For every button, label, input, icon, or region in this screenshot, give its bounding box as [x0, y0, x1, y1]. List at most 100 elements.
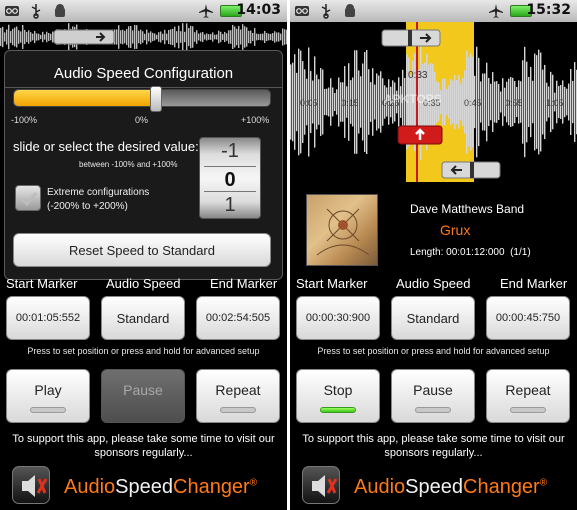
waveform-bar — [172, 28, 174, 46]
waveform-bar — [152, 32, 154, 42]
waveform-bar — [290, 64, 292, 140]
waveform-bar — [450, 79, 452, 125]
waveform-bar — [220, 31, 222, 43]
repeat-indicator — [220, 407, 256, 413]
waveform-bar — [448, 85, 450, 119]
start-marker-button[interactable]: 00:01:05:552 — [6, 296, 90, 340]
waveform-bar — [226, 33, 228, 41]
waveform[interactable] — [0, 22, 287, 52]
waveform-bar — [206, 33, 208, 41]
slider-thumb[interactable] — [149, 86, 162, 112]
waveform-bar — [118, 25, 120, 49]
waveform-bar — [232, 25, 234, 49]
waveform-bar — [322, 69, 324, 135]
left-screen: 14:03 Audio Speed Configuration -100% 0%… — [0, 0, 287, 510]
pause-button[interactable]: Pause — [391, 369, 475, 423]
waveform-bar — [442, 79, 444, 125]
stop-button[interactable]: Stop — [296, 369, 380, 423]
audio-speed-button[interactable]: Standard — [391, 296, 475, 340]
waveform-bar — [444, 78, 446, 126]
waveform-bar — [328, 87, 330, 117]
waveform-bar — [362, 63, 364, 141]
waveform-bar — [488, 77, 490, 127]
waveform-bar — [10, 31, 12, 43]
extreme-range: (-200% to +200%) — [47, 201, 128, 212]
dialog-title: Audio Speed Configuration — [53, 65, 234, 82]
picker-prev-value[interactable]: -1 — [200, 140, 260, 163]
audio-speed-button[interactable]: Standard — [101, 296, 185, 340]
waveform-bar — [34, 31, 36, 43]
start-marker-button[interactable]: 00:00:30:900 — [296, 296, 380, 340]
waveform-bar — [374, 84, 376, 120]
slider-mid-label: 0% — [135, 115, 149, 125]
waveform-bar — [494, 81, 496, 123]
waveform-bar — [174, 26, 176, 48]
audio-speed-dialog: Audio Speed Configuration -100% 0% +100%… — [4, 50, 283, 280]
brand-part-2: Speed — [405, 476, 463, 498]
waveform-bar — [498, 84, 500, 120]
waveform-bar — [26, 31, 28, 43]
waveform-bar — [146, 29, 148, 45]
usb-icon — [321, 4, 331, 19]
waveform-bar — [14, 27, 16, 47]
picker-current-value: 0 — [204, 166, 256, 192]
speed-slider[interactable] — [13, 86, 271, 112]
app-logo[interactable] — [302, 466, 340, 504]
waveform-bar — [218, 30, 220, 44]
picker-next-value[interactable]: 1 — [200, 194, 260, 217]
waveform-bar — [274, 31, 276, 43]
support-text: To support this app, please take some ti… — [0, 432, 287, 460]
support-text: To support this app, please take some ti… — [290, 432, 577, 460]
play-label: Play — [34, 382, 62, 398]
waveform-bar — [32, 33, 34, 41]
album-art-image — [316, 208, 370, 256]
waveform-bar — [372, 68, 374, 136]
waveform-bar — [156, 34, 158, 40]
waveform-bar — [6, 29, 8, 45]
brand-name: AudioSpeedChanger® — [354, 476, 547, 499]
reset-speed-button[interactable]: Reset Speed to Standard — [13, 233, 271, 267]
brand-part-1: Audio — [354, 476, 406, 498]
waveform-bar — [116, 29, 118, 45]
repeat-button[interactable]: Repeat — [196, 369, 280, 423]
waveform-bar — [460, 83, 462, 121]
album-art — [306, 194, 378, 266]
start-marker-label: Start Marker — [296, 276, 368, 291]
repeat-button[interactable]: Repeat — [486, 369, 570, 423]
waveform-bar — [326, 88, 328, 116]
repeat-indicator — [510, 407, 546, 413]
extreme-checkbox[interactable] — [15, 185, 41, 211]
waveform-bar — [378, 75, 380, 129]
waveform-bar — [50, 33, 52, 41]
waveform-bar — [120, 30, 122, 44]
waveform-bar — [286, 29, 287, 45]
audio-speed-label: Audio Speed — [396, 276, 471, 291]
app-logo[interactable] — [12, 466, 50, 504]
waveform-bar — [266, 32, 268, 42]
waveform-time-mark: 0:55 — [505, 98, 523, 108]
end-marker-button[interactable]: 00:02:54:505 — [196, 296, 280, 340]
play-button[interactable]: Play — [6, 369, 90, 423]
pause-button[interactable]: Pause — [101, 369, 185, 423]
waveform-bar — [570, 68, 572, 136]
end-marker-button[interactable]: 00:00:45:750 — [486, 296, 570, 340]
waveform-bar — [202, 31, 204, 43]
waveform-bar — [260, 33, 262, 41]
waveform-bar — [244, 26, 246, 48]
voicemail-icon — [5, 6, 19, 16]
waveform-bar — [366, 49, 368, 155]
speed-number-picker[interactable]: -1 0 1 — [199, 137, 261, 219]
waveform-bar — [272, 33, 274, 41]
waveform-bar — [148, 32, 150, 42]
waveform-bar — [228, 30, 230, 44]
waveform-bar — [192, 26, 194, 48]
waveform-bar — [496, 81, 498, 123]
waveform-bar — [198, 33, 200, 41]
waveform-bar — [502, 78, 504, 126]
waveform-bar — [270, 33, 272, 41]
waveform-bar — [284, 29, 286, 45]
waveform-bar — [28, 30, 30, 44]
waveform-bar — [370, 82, 372, 122]
status-bar: 15:32 — [290, 0, 577, 22]
waveform-bar — [46, 31, 48, 43]
